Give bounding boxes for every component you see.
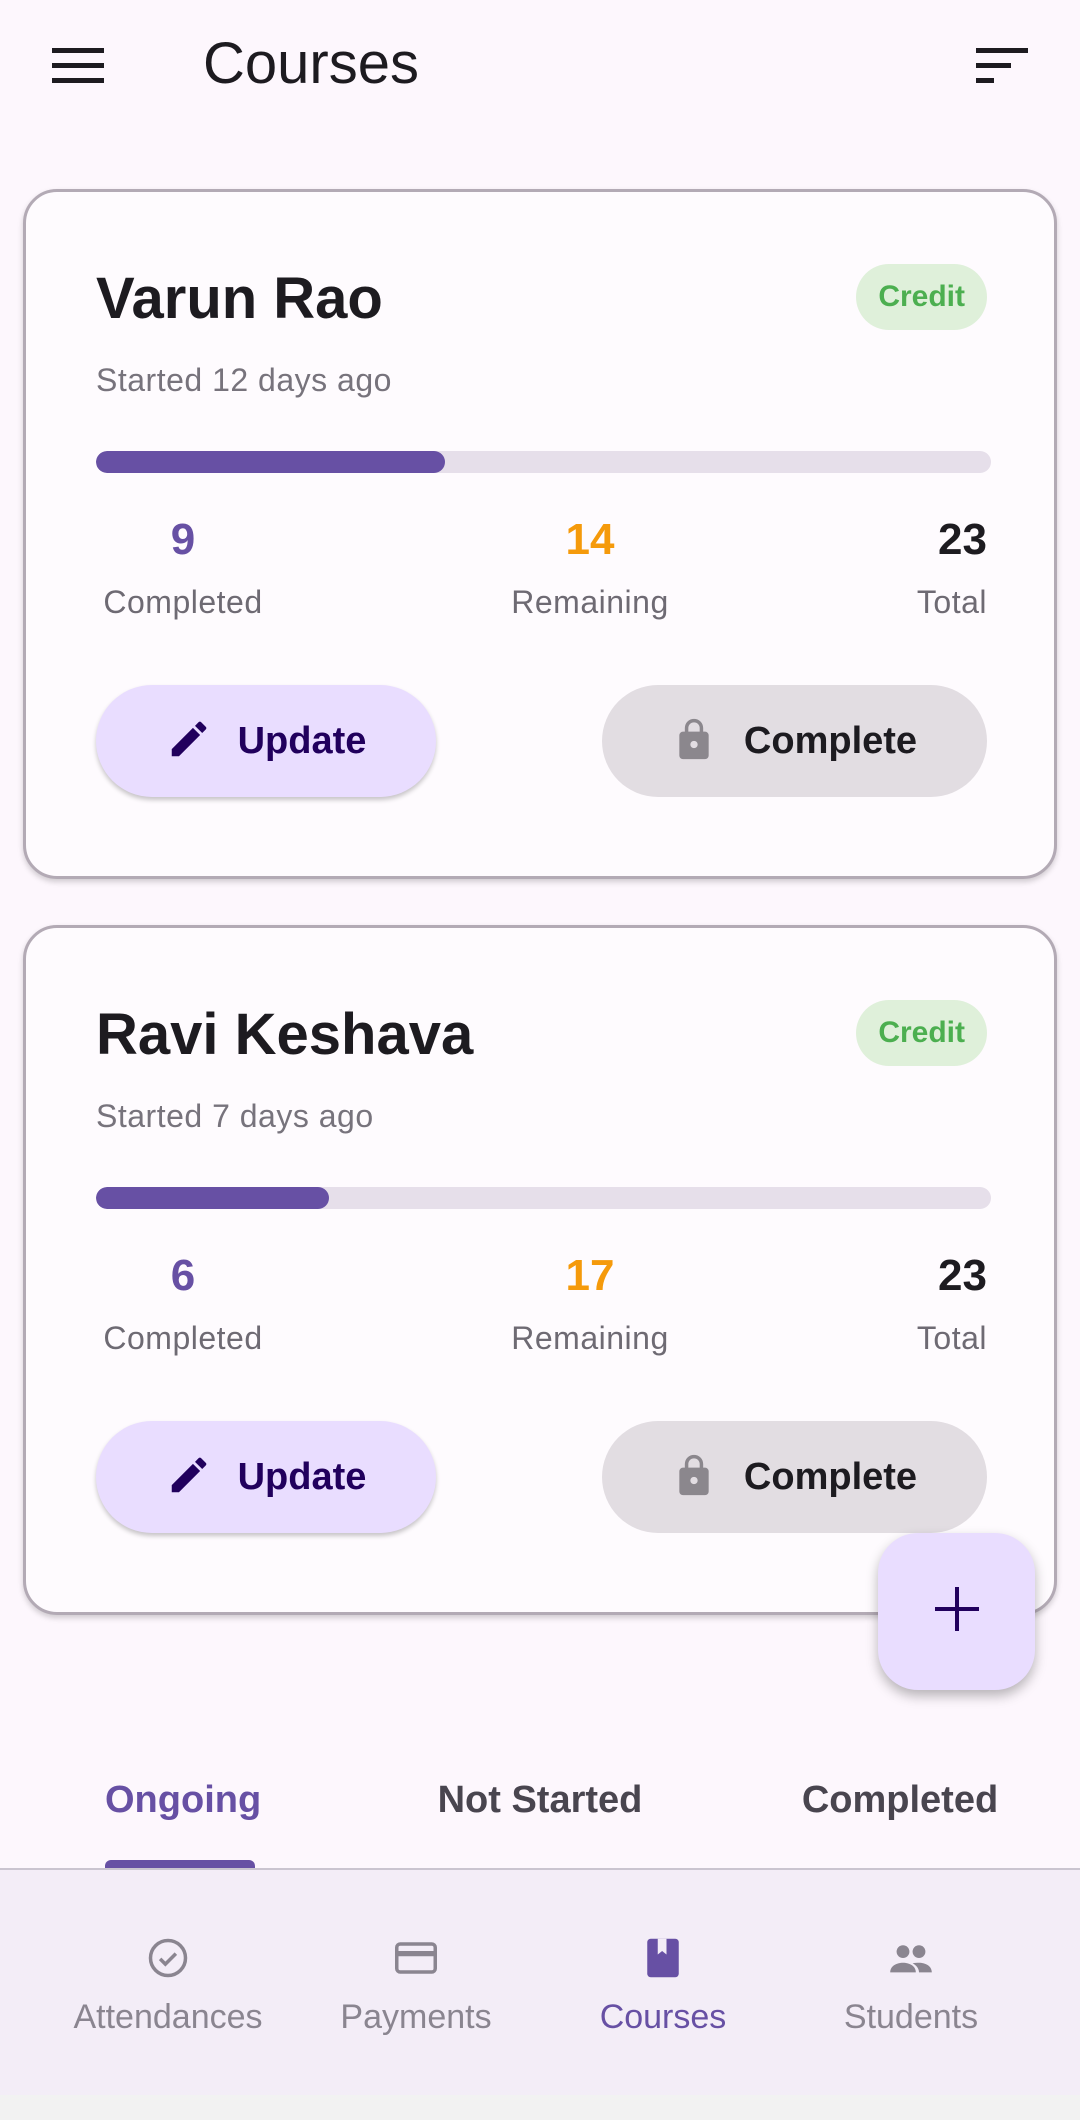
tab-ongoing[interactable]: Ongoing: [105, 1760, 261, 1870]
course-card[interactable]: Ravi Keshava Credit Started 7 days ago 6…: [23, 925, 1057, 1615]
add-course-button[interactable]: [878, 1533, 1035, 1690]
progress-bar: [96, 1187, 991, 1209]
nav-label: Payments: [340, 1998, 492, 2036]
update-button[interactable]: Update: [96, 1421, 436, 1533]
tab-not-started[interactable]: Not Started: [420, 1760, 660, 1870]
sort-icon[interactable]: [966, 30, 1038, 102]
app-root: Courses Varun Rao Credit Started 12 days…: [0, 0, 1080, 2120]
nav-item-courses[interactable]: Courses: [543, 1930, 783, 2040]
system-gesture-bar: [0, 2095, 1080, 2120]
complete-button[interactable]: Complete: [602, 685, 987, 797]
total-label: Total: [916, 584, 987, 620]
credit-card-icon: [296, 1930, 536, 1986]
total-stat: 23 Total: [897, 510, 987, 626]
nav-item-students[interactable]: Students: [791, 1930, 1031, 2040]
total-stat: 23 Total: [897, 1246, 987, 1362]
tab-completed[interactable]: Completed: [790, 1760, 1010, 1870]
total-count: 23: [938, 515, 987, 564]
completed-stat: 6 Completed: [96, 1246, 270, 1362]
book-icon: [543, 1930, 783, 1986]
pencil-icon: [166, 1452, 212, 1503]
nav-item-attendances[interactable]: Attendances: [48, 1930, 288, 2040]
status-tabs: Ongoing Not Started Completed: [0, 1760, 1080, 1870]
total-label: Total: [916, 1320, 987, 1356]
remaining-stat: 17 Remaining: [502, 1246, 678, 1362]
completed-count: 9: [170, 515, 196, 564]
progress-fill: [96, 451, 446, 473]
nav-item-payments[interactable]: Payments: [296, 1930, 536, 2040]
progress-fill: [96, 1187, 329, 1209]
course-student-name: Ravi Keshava: [96, 1002, 474, 1067]
update-button[interactable]: Update: [96, 685, 436, 797]
people-icon: [791, 1930, 1031, 1986]
update-label: Update: [237, 719, 367, 762]
completed-label: Completed: [103, 1320, 263, 1356]
remaining-label: Remaining: [511, 584, 669, 620]
nav-label: Attendances: [73, 1998, 263, 2036]
remaining-count: 14: [565, 515, 615, 564]
page-title: Courses: [203, 31, 419, 96]
check-circle-icon: [48, 1930, 288, 1986]
started-text: Started 12 days ago: [96, 362, 392, 398]
credit-badge: Credit: [856, 264, 987, 330]
bottom-navigation: Attendances Payments Courses Students: [0, 1870, 1080, 2095]
remaining-label: Remaining: [511, 1320, 669, 1356]
started-text: Started 7 days ago: [96, 1098, 374, 1134]
nav-label: Students: [843, 1998, 979, 2036]
credit-badge: Credit: [856, 1000, 987, 1066]
lock-icon: [672, 714, 716, 769]
remaining-count: 17: [565, 1251, 615, 1300]
complete-button[interactable]: Complete: [602, 1421, 987, 1533]
total-count: 23: [938, 1251, 987, 1300]
menu-icon[interactable]: [42, 30, 114, 102]
completed-label: Completed: [103, 584, 263, 620]
progress-bar: [96, 451, 991, 473]
lock-icon: [672, 1450, 716, 1505]
complete-label: Complete: [743, 719, 918, 762]
course-student-name: Varun Rao: [96, 266, 383, 331]
pencil-icon: [166, 716, 212, 767]
remaining-stat: 14 Remaining: [502, 510, 678, 626]
course-card[interactable]: Varun Rao Credit Started 12 days ago 9 C…: [23, 189, 1057, 879]
nav-label: Courses: [599, 1998, 727, 2036]
top-app-bar: Courses: [0, 0, 1080, 130]
plus-icon: [934, 1587, 979, 1636]
update-label: Update: [237, 1455, 367, 1498]
completed-stat: 9 Completed: [96, 510, 270, 626]
completed-count: 6: [170, 1251, 196, 1300]
complete-label: Complete: [743, 1455, 918, 1498]
